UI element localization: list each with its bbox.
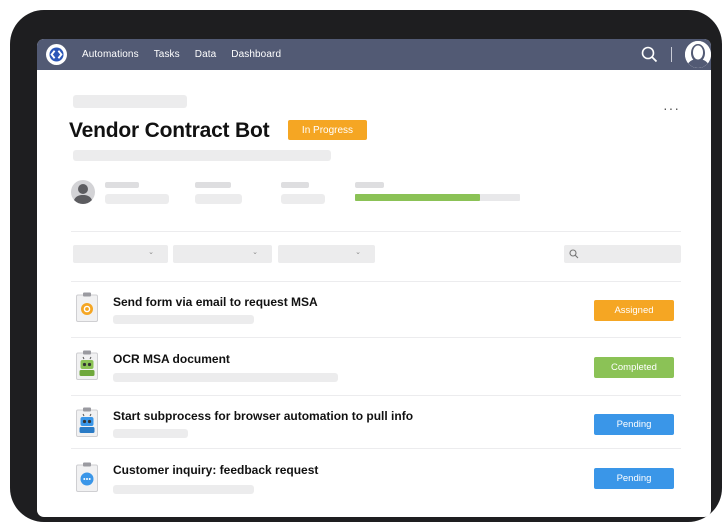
task-subtitle-placeholder <box>113 429 188 438</box>
task-status-button[interactable]: Pending <box>594 468 674 489</box>
task-subtitle-placeholder <box>113 315 254 324</box>
search-icon[interactable] <box>641 46 658 68</box>
progress-label-placeholder <box>355 182 384 188</box>
more-horizontal-icon[interactable]: ··· <box>663 101 680 115</box>
chevron-down-icon: ⌄ <box>355 249 361 256</box>
robot-green-icon <box>76 350 98 380</box>
logo-icon[interactable] <box>46 44 67 65</box>
task-title: Customer inquiry: feedback request <box>113 463 319 477</box>
task-title: Start subprocess for browser automation … <box>113 409 414 423</box>
status-badge: In Progress <box>288 120 367 140</box>
list-divider <box>71 448 681 449</box>
email-form-icon <box>76 292 98 322</box>
task-subtitle-placeholder <box>113 373 338 382</box>
nav-data[interactable]: Data <box>195 49 217 60</box>
user-avatar-icon[interactable] <box>685 41 711 68</box>
tablet-frame: Automations Tasks Data Dashboard Vendor … <box>10 10 722 522</box>
task-status-button[interactable]: Assigned <box>594 300 674 321</box>
nav-tasks[interactable]: Tasks <box>154 49 180 60</box>
app-screen: Automations Tasks Data Dashboard Vendor … <box>37 39 711 517</box>
filter-dropdown-2[interactable]: ⌄ <box>173 245 272 263</box>
main-nav: Automations Tasks Data Dashboard <box>82 39 281 70</box>
meta-label-placeholder <box>281 182 309 188</box>
task-status-button[interactable]: Pending <box>594 414 674 435</box>
nav-dashboard[interactable]: Dashboard <box>231 49 281 60</box>
section-divider <box>71 231 681 232</box>
meta-value-placeholder <box>281 194 325 204</box>
chat-bubble-icon <box>76 462 98 492</box>
meta-value-placeholder <box>105 194 169 204</box>
nav-automations[interactable]: Automations <box>82 49 139 60</box>
meta-value-placeholder <box>195 194 242 204</box>
filter-dropdown-1[interactable]: ⌄ <box>73 245 168 263</box>
progress-bar <box>355 194 520 201</box>
subtitle-placeholder <box>73 150 331 161</box>
list-divider <box>71 281 681 282</box>
chevron-down-icon: ⌄ <box>148 249 154 256</box>
progress-fill <box>355 194 481 201</box>
filter-dropdown-3[interactable]: ⌄ <box>278 245 375 263</box>
task-title: Send form via email to request MSA <box>113 295 318 309</box>
top-navigation-bar: Automations Tasks Data Dashboard <box>37 39 711 70</box>
breadcrumb-placeholder <box>73 95 187 108</box>
search-icon <box>569 249 579 259</box>
topbar-divider <box>671 47 672 62</box>
owner-avatar <box>71 180 95 204</box>
meta-label-placeholder <box>195 182 231 188</box>
list-divider <box>71 395 681 396</box>
task-status-button[interactable]: Completed <box>594 357 674 378</box>
task-subtitle-placeholder <box>113 485 254 494</box>
task-search-input[interactable] <box>564 245 681 263</box>
page-title: Vendor Contract Bot <box>69 119 270 142</box>
task-title: OCR MSA document <box>113 352 230 366</box>
robot-blue-icon <box>76 407 98 437</box>
meta-label-placeholder <box>105 182 139 188</box>
list-divider <box>71 337 681 338</box>
chevron-down-icon: ⌄ <box>252 249 258 256</box>
